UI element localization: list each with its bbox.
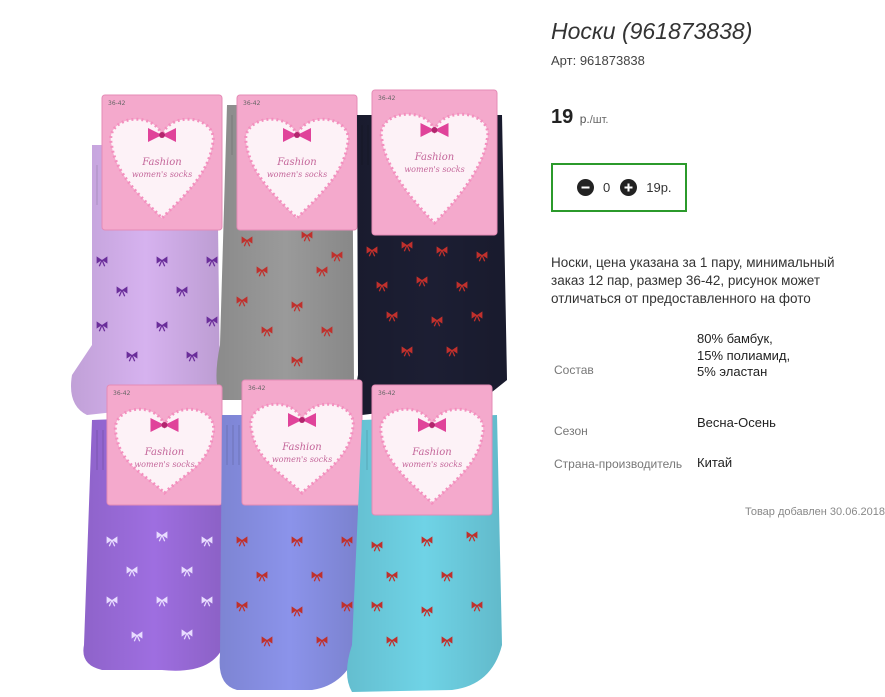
label-text: Fashion [276,157,316,168]
label-text: women's socks [134,460,194,469]
size-tag: 36-42 [248,385,266,392]
label-text: women's socks [267,170,327,179]
size-tag: 36-42 [113,390,131,397]
sock: Fashion women's socks 36-42 [355,89,507,415]
sku-line: Арт: 961873838 [551,53,645,68]
property-value: Весна-Осень [697,415,776,430]
size-tag: 36-42 [243,100,261,107]
sock: Fashion women's socks 36-42 [216,94,358,400]
price-unit: /шт. [589,114,609,126]
price: 19 р./шт. [551,106,608,129]
property-name: Сезон [554,424,588,438]
plus-circle-icon [624,183,633,192]
quantity-total: 19р. [646,180,672,195]
property-value: Китай [697,455,733,470]
page-title: Носки (961873838) [551,18,753,44]
product-photo[interactable]: Fashion women's socks 36-42 Fashion women's … [62,85,512,692]
price-value: 19 [551,106,574,128]
property-value: 80% бамбук, 15% полиамид, 5% эластан [697,331,791,379]
sock: Fashion women's socks 36-42 [219,379,363,690]
decrease-button[interactable] [577,179,594,196]
quantity-value[interactable]: 0 [603,180,610,195]
property-name: Состав [554,363,594,377]
property-name: Страна-производитель [554,457,683,471]
label-text: women's socks [132,170,192,179]
label-text: Fashion [144,447,184,458]
sock: Fashion women's socks 36-42 [347,384,502,692]
label-text: women's socks [272,455,332,464]
socks-image: Fashion women's socks 36-42 Fashion women's … [71,89,507,692]
price-currency: р. [579,112,590,126]
label-text: Fashion [141,157,181,168]
size-tag: 36-42 [378,390,396,397]
size-tag: 36-42 [108,100,126,107]
minus-circle-icon [581,186,590,189]
added-date: Товар добавлен 30.06.2018 [744,506,885,518]
sock: Fashion women's socks 36-42 [83,384,224,671]
label-text: women's socks [402,460,462,469]
label-text: women's socks [404,165,464,174]
sku-value: 961873838 [579,53,645,68]
size-tag: 36-42 [378,95,396,102]
label-text: Fashion [414,152,454,163]
product-info: Носки (961873838) Арт: 961873838 19 р./ш… [551,0,885,692]
quantity-stepper: 0 19р. [551,163,687,212]
product-description: Носки, цена указана за 1 пару, минимальн… [551,255,835,306]
sock: Fashion women's socks 36-42 [71,94,223,415]
label-text: Fashion [411,447,451,458]
sku-label: Арт: [551,53,577,68]
increase-button[interactable] [620,179,638,196]
label-text: Fashion [281,442,321,453]
